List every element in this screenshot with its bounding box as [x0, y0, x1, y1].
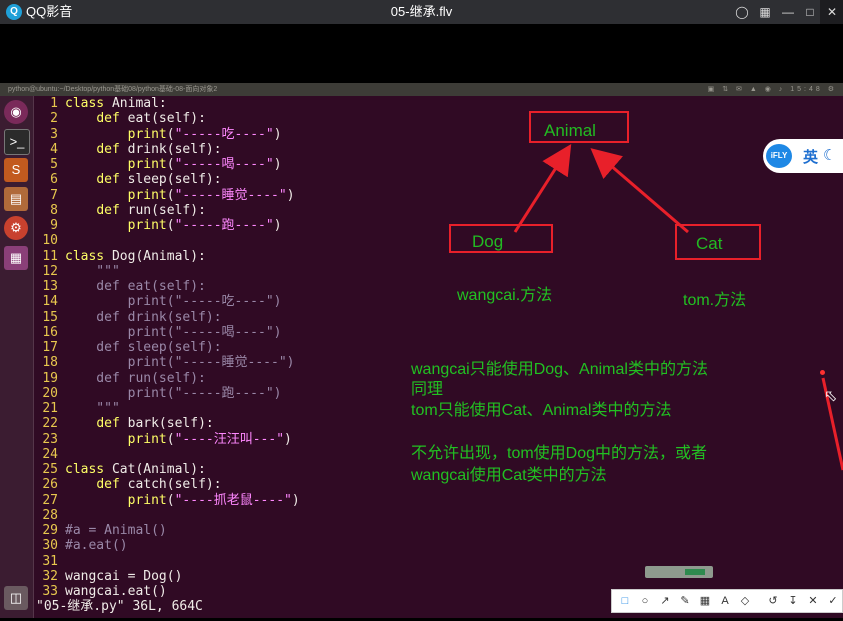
cat-to-animal-arrow — [590, 148, 689, 234]
cat-methods-note: tom.方法 — [683, 292, 747, 309]
confirm-icon[interactable]: ✓ — [826, 594, 840, 608]
undo-icon[interactable]: ↺ — [766, 594, 780, 608]
dog-to-animal-arrow — [513, 143, 572, 233]
ifly-language-toggle[interactable]: 英 — [803, 146, 818, 167]
eraser-tool-icon[interactable]: ◇ — [738, 594, 752, 608]
download-icon[interactable]: ↧ — [786, 594, 800, 608]
animal-class-box: Animal — [529, 111, 629, 143]
close-tool-icon[interactable]: ✕ — [806, 594, 820, 608]
text-tool-icon[interactable]: A — [718, 594, 732, 608]
arrow-tool-icon[interactable]: ↗ — [658, 594, 672, 608]
animal-label: Animal — [544, 121, 596, 140]
mouse-pointer-icon: ⬁ — [824, 388, 838, 405]
ifly-logo: iFLY — [766, 144, 792, 168]
pen-tool-icon[interactable]: ✎ — [678, 594, 692, 608]
note-line-1: wangcai只能使用Dog、Animal类中的方法 — [411, 361, 708, 378]
progress-indicator — [645, 566, 713, 578]
note-line-3: tom只能使用Cat、Animal类中的方法 — [411, 402, 672, 419]
rectangle-tool-icon[interactable]: □ — [618, 594, 632, 608]
ellipse-tool-icon[interactable]: ○ — [638, 594, 652, 608]
moon-icon[interactable]: ☾ — [823, 146, 836, 164]
note-line-5: wangcai使用Cat类中的方法 — [411, 467, 607, 484]
cat-label: Cat — [696, 234, 723, 253]
ifly-input-widget[interactable]: iFLY 英 ☾ — [763, 139, 843, 173]
note-line-2: 同理 — [411, 381, 444, 398]
dog-class-box: Dog — [449, 224, 553, 253]
pen-cursor-dot — [820, 370, 825, 375]
mosaic-tool-icon[interactable]: ▦ — [698, 594, 712, 608]
dog-methods-note: wangcai.方法 — [457, 287, 553, 304]
annotation-toolbar: □ ○ ↗ ✎ ▦ A ◇ ↺ ↧ ✕ ✓ — [611, 589, 843, 613]
cat-class-box: Cat — [675, 224, 761, 260]
note-line-4: 不允许出现，tom使用Dog中的方法，或者 — [411, 445, 708, 462]
dog-label: Dog — [472, 232, 504, 251]
